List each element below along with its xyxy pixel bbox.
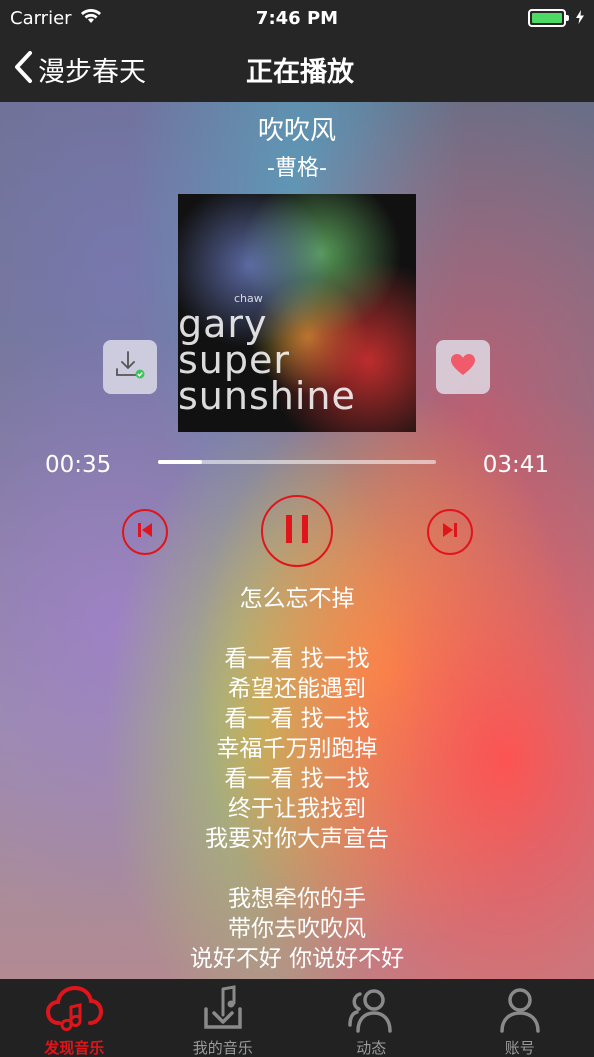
chevron-left-icon: [12, 50, 34, 88]
current-time: 00:35: [45, 452, 112, 478]
lyric-gap: [0, 854, 594, 884]
lyric-line: 终于让我找到: [228, 796, 366, 822]
progress-slider[interactable]: [158, 460, 436, 464]
status-bar: Carrier 7:46 PM: [0, 0, 594, 36]
song-title: 吹吹风: [257, 116, 336, 146]
progress-fill: [158, 460, 203, 464]
album-cover: chaw gary super sunshine: [178, 194, 416, 432]
next-button[interactable]: [427, 509, 473, 555]
tab-account[interactable]: 账号: [446, 979, 594, 1057]
lyric-line: 看一看 找一找: [224, 646, 370, 672]
next-icon: [441, 522, 459, 542]
wifi-icon: [80, 8, 102, 29]
tab-label: 账号: [504, 1039, 535, 1057]
previous-icon: [136, 522, 154, 542]
battery-fill: [532, 13, 562, 23]
back-button[interactable]: 漫步春天: [12, 36, 146, 102]
tab-activity[interactable]: 动态: [297, 979, 446, 1057]
navigation-bar: 漫步春天 正在播放: [0, 36, 594, 102]
status-right: [528, 8, 584, 29]
account-icon: [491, 985, 549, 1035]
album-cover-text-line: super: [178, 338, 291, 382]
album-cover-text-line: sunshine: [178, 374, 356, 418]
heart-icon: [450, 353, 476, 381]
tab-label: 我的音乐: [192, 1039, 253, 1057]
music-download-icon: [194, 985, 252, 1035]
lyric-line: 我要对你大声宣告: [205, 826, 389, 852]
download-button[interactable]: [103, 340, 157, 394]
status-left: Carrier: [10, 8, 102, 29]
tab-label: 发现音乐: [44, 1039, 105, 1057]
cloud-music-icon: [45, 985, 104, 1035]
lyric-line: 说好不好 你说好不好: [189, 946, 405, 972]
album-cover-text-line: gary: [178, 302, 268, 346]
song-artist: -曹格-: [267, 156, 327, 181]
tab-label: 动态: [356, 1039, 387, 1057]
lyric-line: 希望还能遇到: [228, 676, 366, 702]
pause-icon: [284, 514, 310, 548]
lyric-line: 看一看 找一找: [224, 706, 370, 732]
lyric-line: 幸福千万别跑掉: [216, 736, 378, 762]
lyric-line: 看一看 找一找: [224, 766, 370, 792]
page-title-text: 正在播放: [246, 56, 354, 88]
now-playing-view: 吹吹风 -曹格- chaw gary super sunshine 00:35 …: [0, 102, 594, 979]
carrier-label: Carrier: [10, 7, 72, 29]
lyric-gap: [0, 614, 594, 644]
like-button[interactable]: [436, 340, 490, 394]
total-time: 03:41: [482, 452, 549, 478]
tab-discover-music[interactable]: 发现音乐: [0, 979, 149, 1057]
tab-my-music[interactable]: 我的音乐: [149, 979, 298, 1057]
tab-bar: 发现音乐 我的音乐 动态 账号: [0, 979, 594, 1057]
battery-icon: [528, 9, 569, 27]
friends-icon: [342, 985, 400, 1035]
lyric-line: 怎么忘不掉: [239, 586, 355, 612]
download-icon: [114, 349, 146, 385]
lyric-line: 我想牵你的手: [228, 886, 366, 912]
back-button-label: 漫步春天: [38, 56, 146, 88]
charging-icon: [576, 8, 584, 29]
lyric-line: 带你去吹吹风: [228, 916, 366, 942]
previous-button[interactable]: [122, 509, 168, 555]
play-pause-button[interactable]: [261, 495, 333, 567]
lyrics-view[interactable]: 怎么忘不掉看一看 找一找 希望还能遇到 看一看 找一找 幸福千万别跑掉 看一看 找一找终…: [0, 584, 594, 974]
